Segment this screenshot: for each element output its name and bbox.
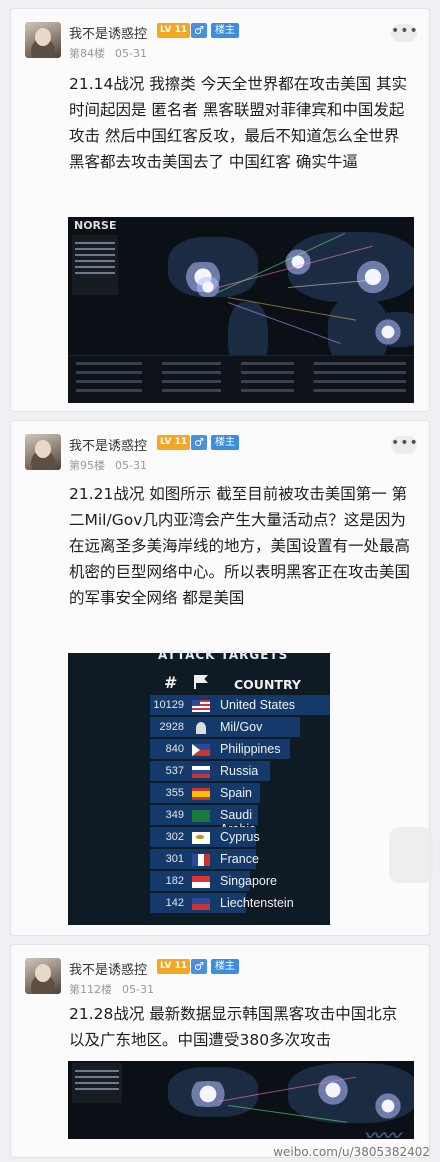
live-attacks-table [68, 355, 414, 403]
male-icon: ♂ [191, 435, 207, 450]
attack-origins-legend [72, 1063, 122, 1103]
level-badge: LV 11 [157, 23, 191, 38]
target-row: 302 Cyprus [150, 827, 260, 849]
post-date: 05-31 [122, 983, 154, 996]
male-icon: ♂ [191, 959, 207, 974]
map-logo: NORSE [74, 219, 117, 232]
post-84: 我不是诱惑控 LV 11 ♂ 楼主 第84楼 05-31 ••• 21.14战况 … [10, 8, 430, 412]
sa-flag-icon [192, 810, 210, 822]
username[interactable]: 我不是诱惑控 [69, 435, 147, 454]
post-text: 21.28战况 最新数据显示韩国黑客攻击中国北京以及广东地区。中国遭受380多次… [69, 1005, 398, 1049]
cy-flag-icon [192, 832, 210, 844]
floating-button[interactable] [389, 827, 433, 883]
level-badge: LV 11 [157, 959, 191, 974]
hash-column-header: # [164, 673, 178, 692]
target-row: 10129 United States [150, 695, 330, 717]
target-row: 142 Liechtenstein [150, 893, 294, 915]
target-row: 182 Singapore [150, 871, 277, 893]
target-row: 301 France [150, 849, 259, 871]
sg-flag-icon [192, 876, 210, 888]
floor-number: 第112楼 [69, 983, 112, 996]
op-badge: 楼主 [211, 959, 239, 974]
more-options-button[interactable]: ••• [391, 436, 418, 454]
flag-column-icon [194, 675, 210, 689]
medal-icon [196, 722, 206, 734]
es-flag-icon [192, 788, 210, 800]
floor-number: 第84楼 [69, 47, 105, 60]
post-95: 我不是诱惑控 LV 11 ♂ 楼主 第95楼 05-31 ••• 21.21战况 … [10, 420, 433, 936]
avatar[interactable] [25, 958, 61, 994]
post-text: 21.21战况 如图所示 截至目前被攻击美国第一 第二Mil/Gov几内亚湾会产… [69, 485, 411, 607]
target-row: 2928 Mil/Gov [150, 717, 300, 739]
attack-targets-title: ATTACK TARGETS [158, 648, 289, 662]
attack-targets-image[interactable]: ATTACK TARGETS # COUNTRY 10129 United Sta… [68, 648, 330, 925]
target-row: 355 Spain [150, 783, 260, 805]
attack-origins-legend [72, 235, 118, 295]
male-icon: ♂ [191, 23, 207, 38]
country-column-header: COUNTRY [234, 677, 301, 692]
floor-number: 第95楼 [69, 459, 105, 472]
post-meta: 第112楼 05-31 [69, 981, 154, 997]
post-date: 05-31 [115, 459, 147, 472]
username[interactable]: 我不是诱惑控 [69, 23, 147, 42]
target-row: 840 Philippines [150, 739, 290, 761]
more-options-button[interactable]: ••• [391, 24, 418, 42]
op-badge: 楼主 [211, 435, 239, 450]
target-row: 537 Russia [150, 761, 270, 783]
post-meta: 第95楼 05-31 [69, 457, 147, 473]
ph-flag-icon [192, 744, 210, 756]
fr-flag-icon [192, 854, 210, 866]
username[interactable]: 我不是诱惑控 [69, 959, 147, 978]
li-flag-icon [192, 898, 210, 910]
op-badge: 楼主 [211, 23, 239, 38]
target-row: 349Saudi Arabia [150, 805, 258, 836]
level-badge: LV 11 [157, 435, 191, 450]
attack-map-image[interactable]: NORSE [68, 217, 414, 403]
post-meta: 第84楼 05-31 [69, 45, 147, 61]
ru-flag-icon [192, 766, 210, 778]
avatar[interactable] [25, 434, 61, 470]
post-date: 05-31 [115, 47, 147, 60]
attack-map-image[interactable] [68, 1061, 414, 1139]
us-flag-icon [192, 700, 210, 712]
avatar[interactable] [25, 22, 61, 58]
watermark-text: weibo.com/u/3805382402 [273, 1145, 430, 1159]
post-text: 21.14战况 我擦类 今天全世界都在攻击美国 其实时间起因是 匿名者 黑客联盟… [69, 75, 408, 171]
